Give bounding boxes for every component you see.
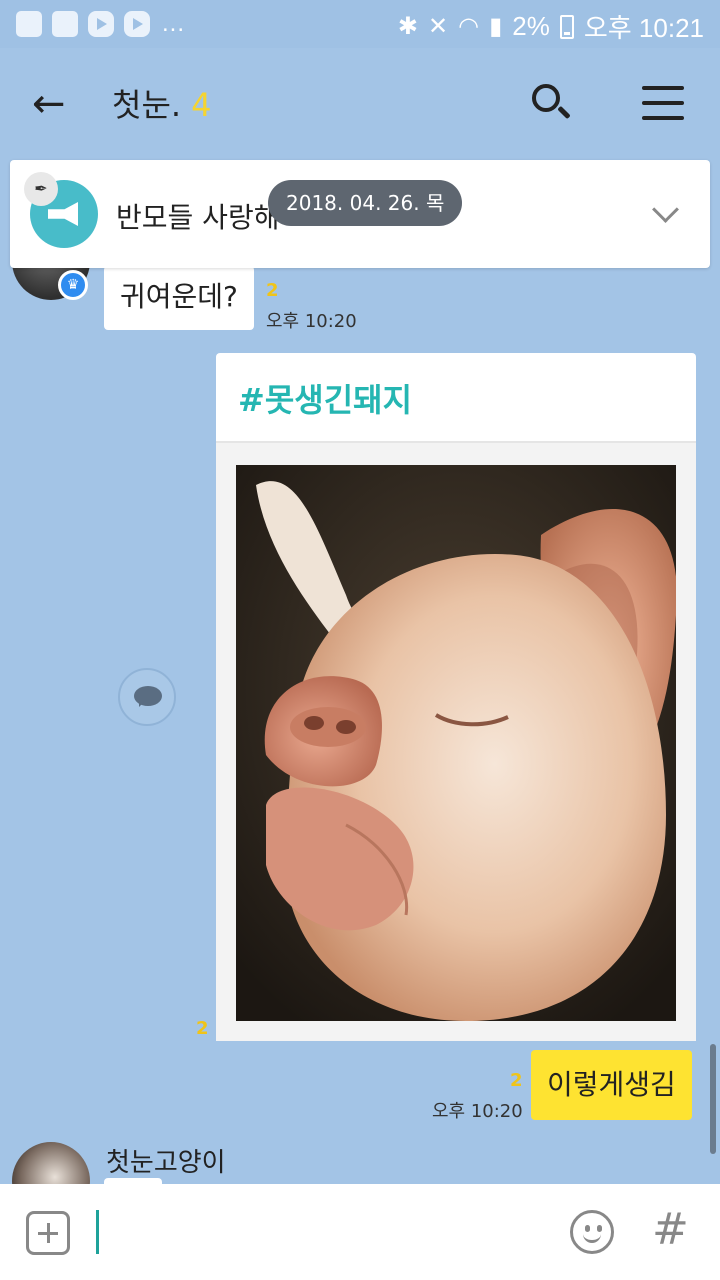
my-message-bubble[interactable]: 이렇게생김 — [531, 1050, 692, 1120]
battery-percent: 2% — [512, 11, 550, 41]
mute-icon: ✕ — [428, 13, 449, 40]
chat-room-name: 첫눈. — [112, 86, 182, 124]
pig-photo[interactable] — [236, 465, 676, 1021]
arrow-left-icon: ← — [32, 81, 66, 127]
status-bar: ... ✱ ✕ ◠ ▮ 2% 오후 10:21 — [0, 0, 720, 48]
hashtag-title: #못생긴돼지 — [238, 381, 413, 419]
attach-button[interactable] — [26, 1211, 70, 1255]
youtube-notification-icon — [88, 11, 114, 37]
sender-name: 첫눈고양이 — [106, 1148, 226, 1178]
text-caret — [96, 1210, 99, 1254]
speech-bubble-icon — [134, 686, 162, 707]
pin-icon: ✒ — [24, 172, 58, 206]
chat-title: 첫눈. 4 — [112, 80, 211, 126]
hashtag-search-card[interactable]: #못생긴돼지 — [216, 353, 696, 1041]
crown-icon: ♛ — [58, 270, 88, 300]
status-time: 오후 10:21 — [583, 13, 704, 43]
message-time: 오후 10:20 — [266, 311, 357, 332]
hashtag-button[interactable]: # — [652, 1204, 689, 1255]
pig-photo-illustration — [236, 465, 676, 1021]
date-divider: 2018. 04. 26. 목 — [268, 180, 463, 226]
scrollbar[interactable] — [710, 1044, 716, 1154]
menu-button[interactable] — [642, 86, 684, 122]
chat-header: ← 첫눈. 4 — [0, 48, 720, 160]
back-button[interactable]: ← — [32, 80, 80, 128]
search-button[interactable] — [528, 80, 576, 128]
notice-text: 반모들 사랑해 — [116, 201, 280, 234]
message-input[interactable] — [96, 1208, 536, 1256]
gallery-notification-icon — [52, 11, 78, 37]
card-image-area — [216, 443, 696, 1041]
member-count: 4 — [191, 86, 212, 124]
app-notification-icon — [16, 11, 42, 37]
hashtag-icon: # — [652, 1204, 689, 1255]
chevron-down-icon[interactable] — [650, 198, 682, 230]
message-input-bar: # — [0, 1184, 720, 1280]
unread-count: 2 — [196, 1018, 209, 1039]
emoji-button[interactable] — [570, 1210, 614, 1254]
more-notifications-indicator: ... — [162, 10, 186, 37]
unread-count: 2 — [266, 280, 279, 301]
unread-count: 2 — [510, 1070, 523, 1091]
share-button[interactable] — [118, 668, 176, 726]
youtube-notification-icon — [124, 11, 150, 37]
message-time: 오후 10:20 — [432, 1101, 523, 1122]
message-bubble[interactable]: 귀여운데? — [104, 266, 254, 330]
bluetooth-icon: ✱ — [397, 13, 418, 40]
signal-icon: ▮ — [489, 13, 503, 40]
wifi-icon: ◠ — [458, 13, 480, 40]
battery-icon — [559, 14, 574, 39]
message-text: 귀여운데? — [120, 280, 238, 313]
message-text: 이렇게생김 — [547, 1068, 676, 1101]
